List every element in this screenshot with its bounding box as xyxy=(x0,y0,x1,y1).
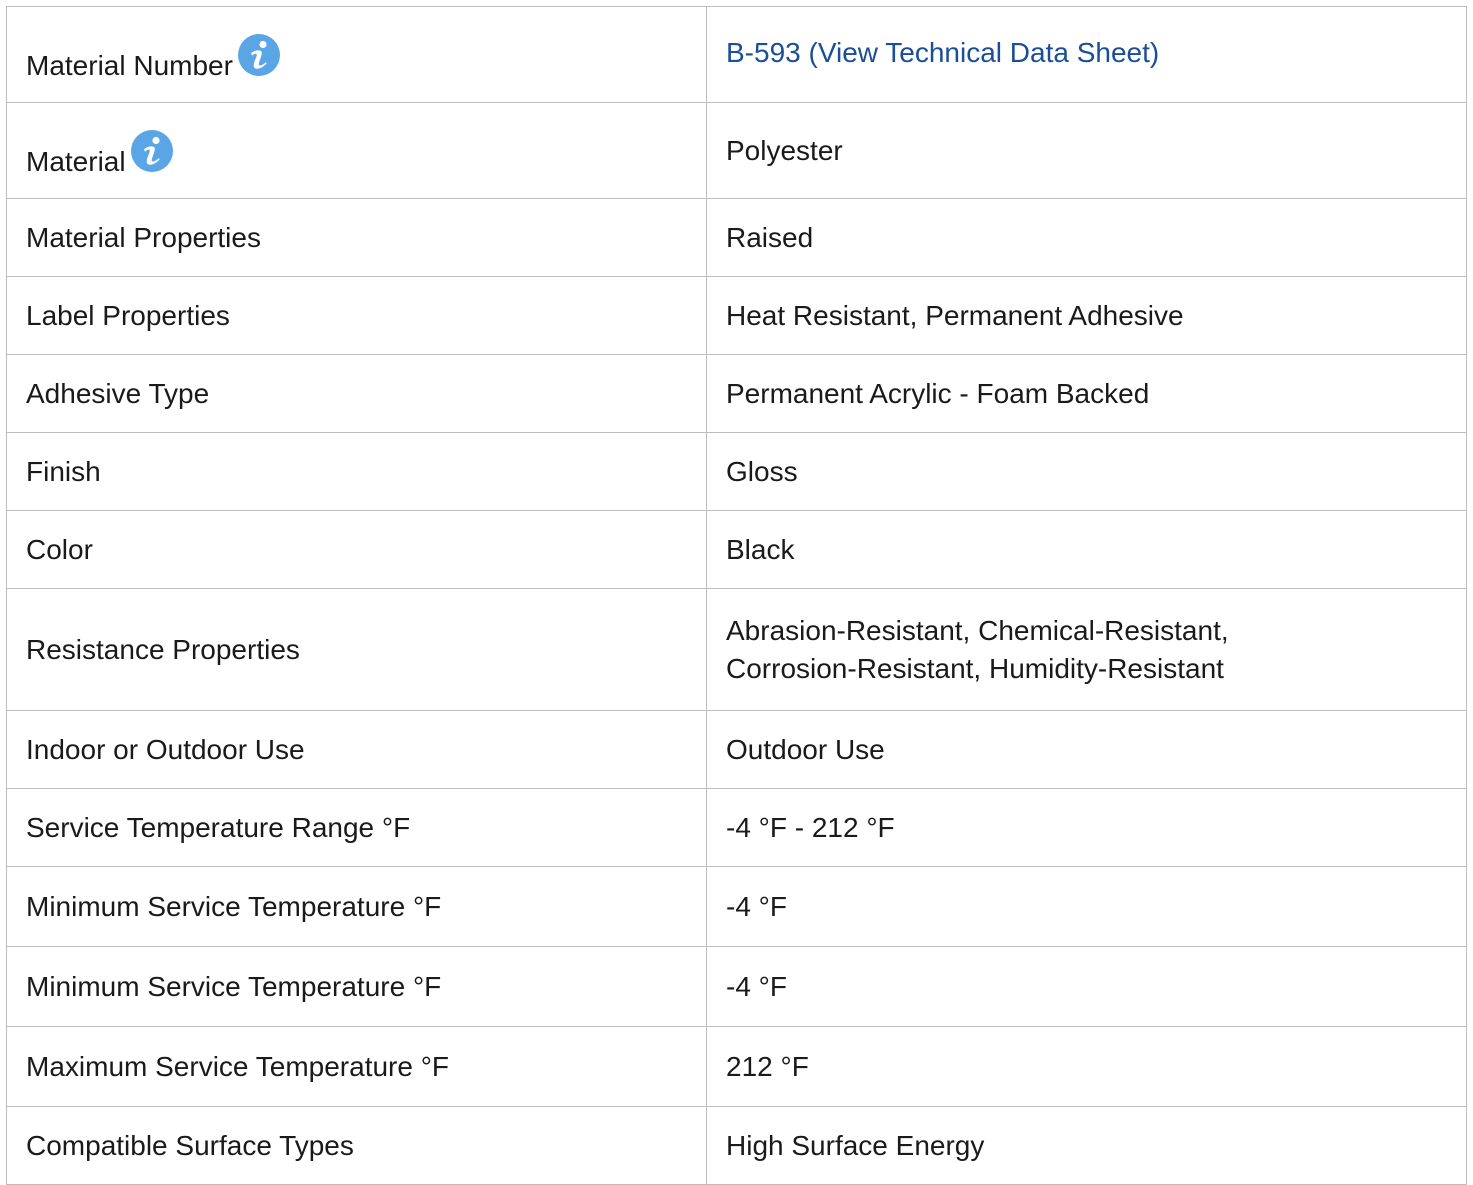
specifications-table: Material Number B-593 (View Technical Da… xyxy=(6,6,1467,1185)
spec-label: Material Properties xyxy=(26,221,261,253)
spec-value-cell: High Surface Energy xyxy=(706,1106,1467,1185)
spec-value: Outdoor Use xyxy=(726,733,885,765)
spec-value: High Surface Energy xyxy=(726,1129,985,1161)
spec-value-cell: Outdoor Use xyxy=(706,710,1467,789)
spec-label-cell: Color xyxy=(6,510,707,589)
spec-value: Raised xyxy=(726,221,814,253)
spec-value: 212 °F xyxy=(726,1050,809,1082)
spec-value-cell: Raised xyxy=(706,198,1467,277)
spec-label: Material xyxy=(26,145,126,177)
spec-label: Service Temperature Range °F xyxy=(26,811,411,843)
spec-label: Color xyxy=(26,533,93,565)
spec-label-cell: Compatible Surface Types xyxy=(6,1106,707,1185)
info-icon[interactable] xyxy=(237,33,281,77)
spec-label: Resistance Properties xyxy=(26,633,300,665)
table-row: Resistance Properties Abrasion-Resistant… xyxy=(6,588,1467,711)
spec-value: Heat Resistant, Permanent Adhesive xyxy=(726,299,1184,331)
spec-label-cell: Adhesive Type xyxy=(6,354,707,433)
spec-value-line: Corrosion-Resistant, Humidity-Resistant xyxy=(726,652,1224,684)
table-row: Material Number B-593 (View Technical Da… xyxy=(6,6,1467,103)
table-row: Label Properties Heat Resistant, Permane… xyxy=(6,276,1467,355)
spec-value: Gloss xyxy=(726,455,798,487)
spec-value: -4 °F xyxy=(726,970,787,1002)
table-row: Service Temperature Range °F -4 °F - 212… xyxy=(6,788,1467,867)
spec-label-cell: Label Properties xyxy=(6,276,707,355)
spec-value-cell: -4 °F xyxy=(706,946,1467,1027)
spec-value-line: Abrasion-Resistant, Chemical-Resistant, xyxy=(726,614,1229,646)
spec-value-cell: Black xyxy=(706,510,1467,589)
table-row: Indoor or Outdoor Use Outdoor Use xyxy=(6,710,1467,789)
table-row: Finish Gloss xyxy=(6,432,1467,511)
spec-value-cell: -4 °F - 212 °F xyxy=(706,788,1467,867)
table-row: Material Properties Raised xyxy=(6,198,1467,277)
spec-label-cell: Material Properties xyxy=(6,198,707,277)
spec-value: Polyester xyxy=(726,134,843,166)
spec-value-cell: Gloss xyxy=(706,432,1467,511)
table-row: Minimum Service Temperature °F -4 °F xyxy=(6,866,1467,947)
table-row: Minimum Service Temperature °F -4 °F xyxy=(6,946,1467,1027)
spec-label-cell: Resistance Properties xyxy=(6,588,707,711)
table-row: Color Black xyxy=(6,510,1467,589)
spec-value: -4 °F xyxy=(726,890,787,922)
spec-label: Minimum Service Temperature °F xyxy=(26,970,442,1002)
spec-label: Adhesive Type xyxy=(26,377,210,409)
spec-value-cell: Polyester xyxy=(706,102,1467,199)
spec-value-cell: -4 °F xyxy=(706,866,1467,947)
table-row: Material Polyester xyxy=(6,102,1467,199)
table-row: Compatible Surface Types High Surface En… xyxy=(6,1106,1467,1185)
spec-label-cell: Indoor or Outdoor Use xyxy=(6,710,707,789)
spec-label-cell: Material xyxy=(6,102,707,199)
spec-value-cell: B-593 (View Technical Data Sheet) xyxy=(706,6,1467,103)
spec-value: Permanent Acrylic - Foam Backed xyxy=(726,377,1150,409)
spec-label: Indoor or Outdoor Use xyxy=(26,733,305,765)
spec-value-cell: Permanent Acrylic - Foam Backed xyxy=(706,354,1467,433)
spec-label-cell: Minimum Service Temperature °F xyxy=(6,866,707,947)
technical-data-sheet-link[interactable]: B-593 (View Technical Data Sheet) xyxy=(726,37,1159,68)
spec-label: Minimum Service Temperature °F xyxy=(26,890,442,922)
spec-value-cell: 212 °F xyxy=(706,1026,1467,1107)
spec-label-cell: Minimum Service Temperature °F xyxy=(6,946,707,1027)
table-row: Maximum Service Temperature °F 212 °F xyxy=(6,1026,1467,1107)
info-icon[interactable] xyxy=(130,129,174,173)
spec-label: Maximum Service Temperature °F xyxy=(26,1050,450,1082)
table-row: Adhesive Type Permanent Acrylic - Foam B… xyxy=(6,354,1467,433)
spec-value: -4 °F - 212 °F xyxy=(726,811,895,843)
spec-label-cell: Service Temperature Range °F xyxy=(6,788,707,867)
spec-label: Compatible Surface Types xyxy=(26,1129,354,1161)
spec-label-cell: Finish xyxy=(6,432,707,511)
spec-label: Material Number xyxy=(26,49,233,81)
spec-label-cell: Maximum Service Temperature °F xyxy=(6,1026,707,1107)
spec-label-cell: Material Number xyxy=(6,6,707,103)
spec-label: Label Properties xyxy=(26,299,230,331)
spec-value: Black xyxy=(726,533,795,565)
spec-label: Finish xyxy=(26,455,101,487)
spec-value-cell: Abrasion-Resistant, Chemical-Resistant, … xyxy=(706,588,1467,711)
spec-value-cell: Heat Resistant, Permanent Adhesive xyxy=(706,276,1467,355)
